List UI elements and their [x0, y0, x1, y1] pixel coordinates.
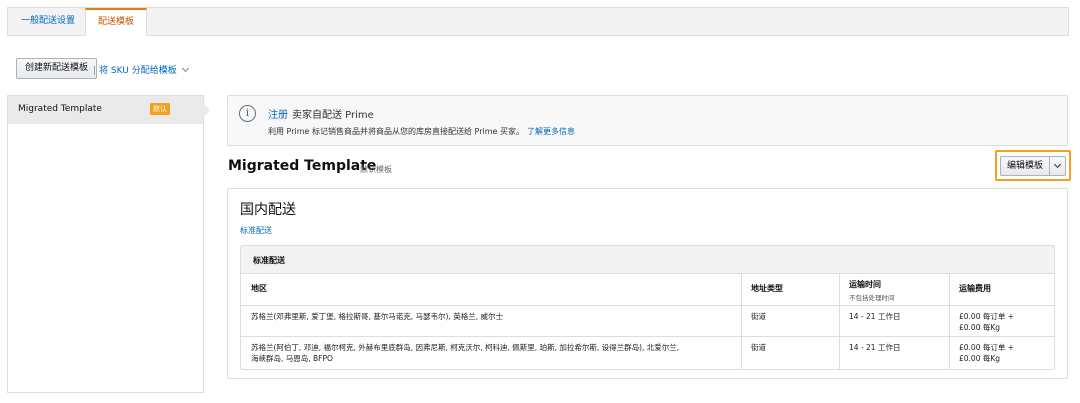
table-row: 苏格兰(阿伯丁, 邓迪, 福尔柯克, 外赫布里底群岛, 因弗尼斯, 柯克沃尔, … [241, 337, 1054, 369]
assign-sku-dropdown[interactable]: | 将 SKU 分配给模板 [93, 63, 189, 76]
row-fee-kg: £0.00 每Kg [959, 323, 1001, 332]
edit-template-control: 编辑模板 [995, 150, 1071, 181]
info-description: 利用 Prime 标记销售商品并将商品从您的库房直接配送给 Prime 买家。了… [268, 126, 575, 137]
domestic-title: 国内配送 [240, 202, 296, 218]
row-fee: £0.00 每订单 + £0.00 每Kg [959, 311, 1014, 333]
row-transit: 14 - 21 工作日 [849, 312, 901, 321]
assign-sku-label: 将 SKU 分配给模板 [99, 66, 177, 76]
sidebar-item-label: Migrated Template [18, 104, 102, 114]
template-sidebar: Migrated Template 默认 [7, 95, 210, 393]
rate-table-title: 标准配送 [253, 256, 285, 265]
row-region-line2: 海峡群岛, 马恩岛, BFPO [251, 354, 333, 363]
row-fee-order: £0.00 每订单 + [959, 343, 1015, 352]
toolbar-separator: | [93, 66, 97, 76]
row-address-type: 街道 [751, 312, 766, 321]
col-header-fee: 运输费用 [949, 274, 1054, 306]
default-badge: 默认 [150, 103, 170, 115]
col-address-type-label: 地址类型 [751, 284, 783, 293]
col-header-transit: 运输时间 不包括处理时间 [839, 274, 949, 306]
info-title: 卖家自配送 Prime [292, 110, 374, 121]
create-template-button[interactable]: 创建新配送模板 [16, 58, 98, 79]
chevron-down-icon [1053, 160, 1062, 169]
info-icon: i [239, 105, 256, 122]
tab-shipping-templates[interactable]: 配送模板 [85, 8, 148, 36]
col-transit-sub: 不包括处理时间 [849, 294, 895, 302]
tab-bar: 一般配送设置 配送模板 [7, 7, 1069, 36]
row-region: 苏格兰(阿伯丁, 邓迪, 福尔柯克, 外赫布里底群岛, 因弗尼斯, 柯克沃尔, … [251, 342, 679, 364]
row-transit: 14 - 21 工作日 [849, 343, 901, 352]
domestic-shipping-panel: 国内配送 标准配送 标准配送 地区 地址类型 运输时间 不包括处理时间 运输费用… [227, 188, 1068, 379]
col-region-label: 地区 [251, 284, 267, 293]
chevron-down-icon [181, 64, 189, 73]
row-region: 苏格兰(邓弗里斯, 爱丁堡, 格拉斯哥, 基尔马诺克, 马瑟韦尔), 英格兰, … [251, 312, 503, 321]
sidebar-item-migrated-template[interactable]: Migrated Template 默认 [8, 96, 210, 124]
edit-template-dropdown[interactable] [1050, 156, 1066, 176]
col-header-address-type: 地址类型 [741, 274, 839, 306]
template-title: Migrated Template [228, 158, 377, 174]
table-row: 苏格兰(邓弗里斯, 爱丁堡, 格拉斯哥, 基尔马诺克, 马瑟韦尔), 英格兰, … [241, 306, 1054, 337]
row-fee: £0.00 每订单 + £0.00 每Kg [959, 342, 1014, 364]
info-heading: 注册 卖家自配送 Prime [268, 106, 374, 121]
row-region-line1: 苏格兰(阿伯丁, 邓迪, 福尔柯克, 外赫布里底群岛, 因弗尼斯, 柯克沃尔, … [251, 343, 680, 352]
register-link[interactable]: 注册 [268, 110, 288, 121]
tab-general-settings[interactable]: 一般配送设置 [9, 8, 87, 35]
row-fee-kg: £0.00 每Kg [959, 354, 1001, 363]
col-transit-label: 运输时间 [849, 280, 881, 289]
rate-table-header: 标准配送 [241, 246, 1054, 274]
row-fee-order: £0.00 每订单 + [959, 312, 1015, 321]
prime-info-box: i 注册 卖家自配送 Prime 利用 Prime 标记销售商品并将商品从您的库房… [227, 95, 1068, 146]
edit-template-button[interactable]: 编辑模板 [1000, 156, 1050, 176]
info-desc-text: 利用 Prime 标记销售商品并将商品从您的库房直接配送给 Prime 买家。 [268, 127, 524, 136]
learn-more-link[interactable]: 了解更多信息 [527, 127, 575, 136]
standard-shipping-link[interactable]: 标准配送 [240, 225, 272, 236]
rate-table: 标准配送 地区 地址类型 运输时间 不包括处理时间 运输费用 苏格兰(邓弗里斯,… [240, 245, 1055, 370]
row-address-type: 街道 [751, 343, 766, 352]
col-fee-label: 运输费用 [959, 284, 991, 293]
default-template-label: 默认模板 [360, 165, 392, 174]
col-header-region: 地区 [241, 274, 741, 306]
